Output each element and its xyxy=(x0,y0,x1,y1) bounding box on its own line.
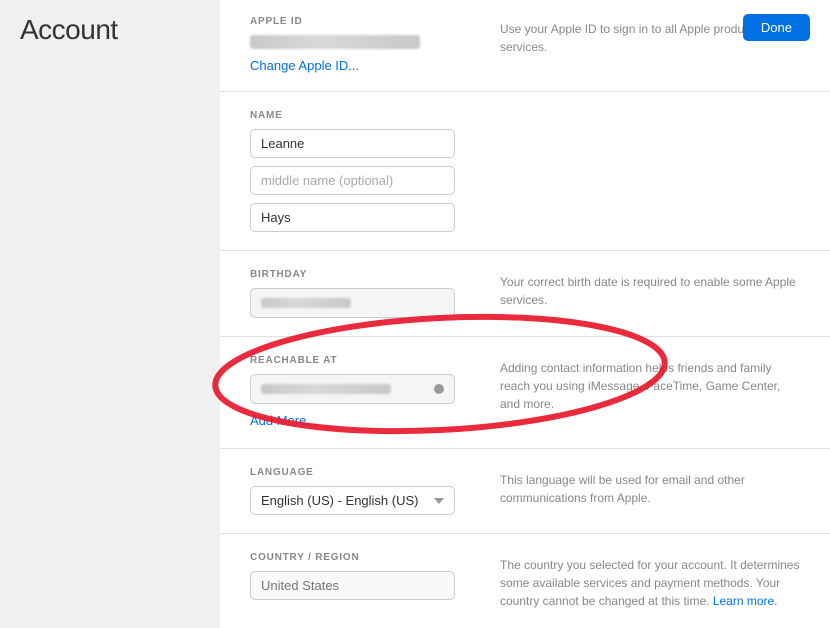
change-apple-id-link[interactable]: Change Apple ID... xyxy=(250,58,359,73)
birthday-left: BIRTHDAY xyxy=(220,269,480,318)
language-row: LANGUAGE English (US) - English (US) Eng… xyxy=(220,449,830,534)
done-button-wrapper: Done xyxy=(743,14,810,41)
reachable-description: Adding contact information helps friends… xyxy=(500,359,800,413)
language-label: LANGUAGE xyxy=(250,467,480,478)
language-left: LANGUAGE English (US) - English (US) Eng… xyxy=(220,467,480,515)
language-right: This language will be used for email and… xyxy=(480,467,830,515)
birthday-row: BIRTHDAY Your correct birth date is requ… xyxy=(220,251,830,337)
page-title: Account xyxy=(20,14,118,46)
reachable-redacted xyxy=(261,384,391,394)
sidebar: Account xyxy=(0,0,220,628)
reachable-row: REACHABLE AT Add More... Adding contact … xyxy=(220,337,830,449)
birthday-redacted xyxy=(261,298,351,308)
main-content: Done APPLE ID Change Apple ID... Use you… xyxy=(220,0,830,628)
reachable-field[interactable] xyxy=(250,374,455,404)
page-container: Account Done APPLE ID Change Apple ID...… xyxy=(0,0,830,628)
country-description: The country you selected for your accoun… xyxy=(500,556,800,610)
name-label: NAME xyxy=(250,110,480,121)
middle-name-input[interactable] xyxy=(250,166,455,195)
name-row: NAME xyxy=(220,92,830,251)
first-name-input[interactable] xyxy=(250,129,455,158)
country-right: The country you selected for your accoun… xyxy=(480,552,830,610)
birthday-description: Your correct birth date is required to e… xyxy=(500,273,800,309)
add-more-link[interactable]: Add More... xyxy=(250,413,317,428)
apple-id-left: APPLE ID Change Apple ID... xyxy=(220,16,480,75)
apple-id-row: APPLE ID Change Apple ID... Use your App… xyxy=(220,0,830,92)
birthday-right: Your correct birth date is required to e… xyxy=(480,269,830,318)
reachable-right: Adding contact information helps friends… xyxy=(480,355,830,430)
reachable-left: REACHABLE AT Add More... xyxy=(220,355,480,430)
reachable-status-dot xyxy=(434,384,444,394)
country-input xyxy=(250,571,455,600)
name-right xyxy=(480,110,830,232)
birthday-field[interactable] xyxy=(250,288,455,318)
name-left: NAME xyxy=(220,110,480,232)
birthday-label: BIRTHDAY xyxy=(250,269,480,280)
country-row: COUNTRY / REGION The country you selecte… xyxy=(220,534,830,628)
reachable-label: REACHABLE AT xyxy=(250,355,480,366)
language-description: This language will be used for email and… xyxy=(500,471,800,507)
country-left: COUNTRY / REGION xyxy=(220,552,480,610)
apple-id-redacted xyxy=(250,35,420,49)
country-label: COUNTRY / REGION xyxy=(250,552,480,563)
language-select[interactable]: English (US) - English (US) English (UK)… xyxy=(250,486,455,515)
learn-more-link[interactable]: Learn more. xyxy=(713,594,778,608)
last-name-input[interactable] xyxy=(250,203,455,232)
apple-id-label: APPLE ID xyxy=(250,16,480,27)
done-button[interactable]: Done xyxy=(743,14,810,41)
